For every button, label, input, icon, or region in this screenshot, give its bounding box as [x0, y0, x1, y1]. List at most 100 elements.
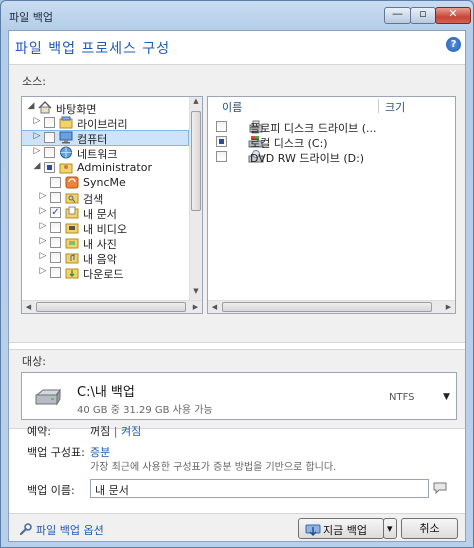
column-size-header[interactable]: 크기	[385, 99, 405, 115]
schedule-off[interactable]: 꺼짐	[90, 425, 110, 438]
tree-item-checkbox[interactable]	[50, 237, 61, 248]
source-section: 소스: ▲ ▼ ◀ ▶ ◢ 바탕화면 ▷ 라이브러리 ▷ 컴퓨터 ▷ 네트워크 ◢ Adminis…	[9, 64, 465, 343]
backup-now-button[interactable]: 지금 백업	[298, 518, 384, 539]
tree-item[interactable]: ▷ 내 비디오	[22, 221, 188, 236]
tree-item[interactable]: ▷ 라이브러리	[22, 116, 188, 131]
file-list-item[interactable]: DVD RW 드라이브 (D:)	[216, 150, 446, 165]
tree-item[interactable]: ▷ ✓ 내 문서	[22, 206, 188, 221]
tree-item-checkbox[interactable]: ✓	[50, 207, 61, 218]
expand-arrow-icon[interactable]: ▷	[38, 191, 48, 201]
hard-drive-icon	[35, 388, 62, 406]
tree-item[interactable]: ◢ Administrator	[22, 161, 188, 175]
window-title: 파일 백업	[9, 11, 53, 24]
file-list-item[interactable]: 플로피 디스크 드라이브 (...	[216, 120, 446, 135]
backup-name-input[interactable]: 내 문서	[90, 479, 429, 498]
file-backup-window: 파일 백업 — ▫ ✕ 파일 백업 프로세스 구성 ? 소스: ▲ ▼ ◀ ▶	[0, 0, 474, 548]
expand-arrow-icon[interactable]: ▷	[38, 251, 48, 261]
expand-arrow-icon[interactable]: ▷	[38, 221, 48, 231]
dialog-header: 파일 백업 프로세스 구성 ?	[9, 31, 465, 64]
backup-name-label: 백업 이름:	[27, 484, 75, 497]
file-list-item[interactable]: 로컬 디스크 (C:)	[216, 135, 446, 150]
tree-item-checkbox[interactable]	[50, 267, 61, 278]
destination-selector[interactable]: C:\내 백업 40 GB 중 31.29 GB 사용 가능 NTFS ▼	[21, 372, 457, 420]
tree-item-checkbox[interactable]	[44, 117, 55, 128]
chevron-down-icon: ▾	[387, 522, 393, 535]
tree-item-label: Administrator	[77, 161, 152, 174]
floppy-icon	[232, 120, 263, 133]
tree-item[interactable]: ▷ 컴퓨터	[22, 130, 189, 146]
tree-item[interactable]: ◢ 바탕화면	[22, 101, 188, 116]
tree-item-label: SyncMe	[83, 176, 126, 189]
close-icon: ✕	[448, 7, 458, 20]
files-hscroll-thumb[interactable]	[222, 302, 432, 312]
tree-item[interactable]: SyncMe	[22, 176, 188, 190]
file-item-checkbox[interactable]	[216, 121, 227, 132]
scheme-description: 가장 최근에 사용한 구성표가 증분 방법을 기반으로 합니다.	[90, 462, 337, 473]
tree-item-checkbox[interactable]	[50, 177, 61, 188]
tree-item-checkbox[interactable]	[50, 222, 61, 233]
schedule-separator: |	[110, 425, 121, 438]
tree-item[interactable]: ▷ 내 음악	[22, 251, 188, 266]
expand-arrow-icon[interactable]: ▷	[32, 116, 42, 126]
source-tree[interactable]: ▲ ▼ ◀ ▶ ◢ 바탕화면 ▷ 라이브러리 ▷ 컴퓨터 ▷ 네트워크 ◢ Administrat…	[21, 96, 203, 314]
destination-free-space: 40 GB 중 31.29 GB 사용 가능	[77, 405, 213, 416]
tree-item-label: 내 비디오	[83, 223, 127, 236]
file-item-checkbox[interactable]	[216, 151, 227, 162]
column-separator	[378, 99, 379, 113]
minimize-button[interactable]: —	[384, 7, 411, 24]
maximize-button[interactable]: ▫	[410, 7, 436, 24]
column-name-header[interactable]: 이름	[222, 99, 242, 115]
tree-item[interactable]: ▷ 다운로드	[22, 266, 188, 281]
partial-check-icon	[47, 165, 52, 170]
tree-item-label: 라이브러리	[77, 118, 128, 131]
file-item-label: DVD RW 드라이브 (D:)	[250, 152, 365, 165]
expand-arrow-icon[interactable]: ▷	[32, 131, 42, 141]
source-label: 소스:	[22, 75, 46, 88]
expand-arrow-icon[interactable]: ◢	[32, 161, 42, 171]
tree-scroll-thumb[interactable]	[191, 111, 201, 211]
scroll-up-icon[interactable]: ▲	[190, 97, 202, 110]
destination-section: 대상: C:\내 백업 40 GB 중 31.29 GB 사용 가능 NTFS …	[9, 349, 465, 429]
tree-horizontal-scrollbar[interactable]: ◀ ▶	[22, 300, 202, 313]
tree-item[interactable]: ▷ 네트워크	[22, 146, 188, 161]
destination-path: C:\내 백업	[77, 385, 135, 400]
expand-arrow-icon[interactable]: ▷	[38, 266, 48, 276]
tree-item-label: 검색	[83, 193, 104, 206]
tree-item-checkbox[interactable]	[50, 252, 61, 263]
scroll-left-icon[interactable]: ◀	[22, 301, 35, 313]
scroll-right-icon[interactable]: ▶	[442, 301, 455, 313]
tree-item-checkbox[interactable]	[50, 192, 61, 203]
tree-item-label: 네트워크	[77, 148, 118, 161]
tree-hscroll-thumb[interactable]	[36, 302, 186, 312]
close-button[interactable]: ✕	[435, 7, 471, 24]
expand-arrow-icon[interactable]: ▷	[38, 236, 48, 246]
backup-options-link[interactable]: 파일 백업 옵션	[19, 522, 104, 538]
cancel-button[interactable]: 취소	[401, 518, 458, 539]
file-item-checkbox[interactable]	[216, 136, 227, 147]
file-item-label: 플로피 디스크 드라이브 (...	[250, 122, 377, 135]
tree-vertical-scrollbar[interactable]: ▲ ▼	[189, 97, 202, 300]
expand-arrow-icon[interactable]: ◢	[26, 101, 36, 111]
scroll-right-icon[interactable]: ▶	[189, 301, 202, 313]
comment-icon[interactable]	[433, 482, 447, 494]
tree-item-label: 다운로드	[83, 268, 124, 281]
chevron-down-icon[interactable]: ▼	[443, 392, 450, 402]
tree-item-label: 컴퓨터	[77, 133, 108, 146]
tree-item-checkbox[interactable]	[44, 147, 55, 158]
scroll-down-icon[interactable]: ▼	[190, 287, 202, 300]
scroll-left-icon[interactable]: ◀	[208, 301, 221, 313]
expand-arrow-icon[interactable]: ▷	[32, 146, 42, 156]
schedule-on-link[interactable]: 켜짐	[121, 425, 141, 438]
backup-options-label: 파일 백업 옵션	[36, 524, 104, 537]
expand-arrow-icon[interactable]: ▷	[38, 206, 48, 216]
tree-item[interactable]: ▷ 검색	[22, 191, 188, 206]
schedule-value: 꺼짐 | 켜짐	[90, 423, 141, 439]
files-horizontal-scrollbar[interactable]: ◀ ▶	[208, 300, 455, 313]
title-bar[interactable]: 파일 백업 — ▫ ✕	[1, 1, 473, 31]
tree-item[interactable]: ▷ 내 사진	[22, 236, 188, 251]
backup-now-dropdown[interactable]: ▾	[383, 518, 397, 539]
help-icon[interactable]: ?	[446, 37, 461, 52]
file-list[interactable]: 이름 크기 ◀ ▶ 플로피 디스크 드라이브 (... 로컬 디스크 (C:) DV…	[207, 96, 456, 314]
tree-item-checkbox[interactable]	[44, 132, 55, 143]
file-item-label: 로컬 디스크 (C:)	[250, 137, 328, 150]
